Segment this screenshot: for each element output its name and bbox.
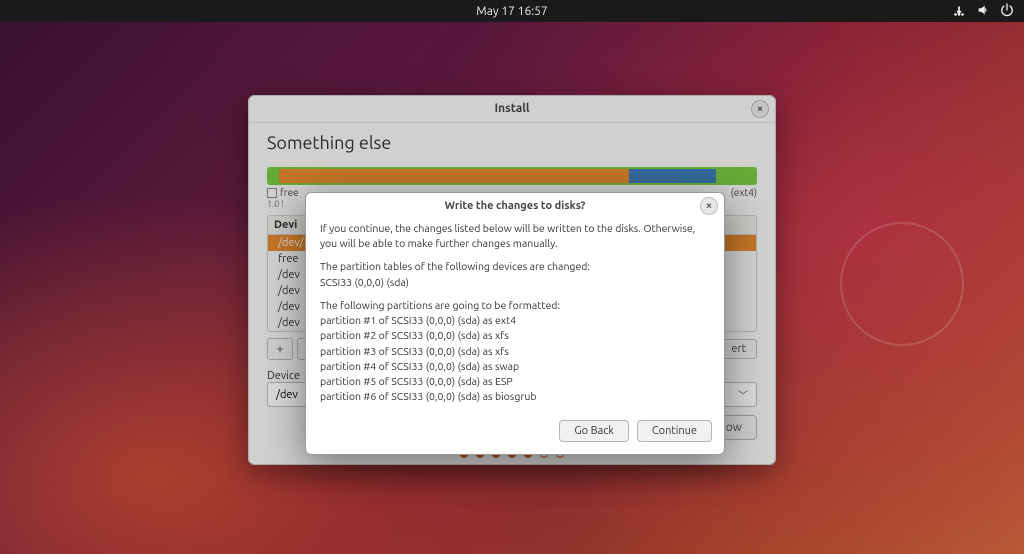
pt-heading: The partition tables of the following de…: [320, 260, 590, 272]
dialog-titlebar[interactable]: Write the changes to disks? ×: [306, 193, 724, 219]
list-item: partition #4 of SCSI33 (0,0,0) (sda) as …: [320, 359, 710, 374]
dialog-title: Write the changes to disks?: [445, 200, 586, 212]
continue-button[interactable]: Continue: [637, 420, 712, 442]
dialog-body: If you continue, the changes listed belo…: [306, 219, 724, 414]
fmt-heading: The following partitions are going to be…: [320, 298, 710, 313]
list-item: partition #2 of SCSI33 (0,0,0) (sda) as …: [320, 328, 710, 343]
system-tray[interactable]: [952, 3, 1014, 20]
topbar-datetime[interactable]: May 17 16:57: [476, 5, 547, 18]
dialog-intro: If you continue, the changes listed belo…: [320, 221, 710, 251]
close-icon[interactable]: ×: [700, 197, 718, 215]
go-back-button[interactable]: Go Back: [559, 420, 629, 442]
gnome-topbar: May 17 16:57: [0, 0, 1024, 22]
list-item: partition #5 of SCSI33 (0,0,0) (sda) as …: [320, 374, 710, 389]
power-icon[interactable]: [1000, 3, 1014, 20]
confirm-write-dialog: Write the changes to disks? × If you con…: [305, 192, 725, 455]
network-icon[interactable]: [952, 3, 966, 20]
pt-device: SCSI33 (0,0,0) (sda): [320, 276, 409, 288]
list-item: partition #6 of SCSI33 (0,0,0) (sda) as …: [320, 389, 710, 404]
list-item: partition #1 of SCSI33 (0,0,0) (sda) as …: [320, 313, 710, 328]
dialog-footer: Go Back Continue: [306, 414, 724, 454]
volume-icon[interactable]: [976, 3, 990, 20]
partition-list: partition #1 of SCSI33 (0,0,0) (sda) as …: [320, 313, 710, 404]
list-item: partition #3 of SCSI33 (0,0,0) (sda) as …: [320, 344, 710, 359]
